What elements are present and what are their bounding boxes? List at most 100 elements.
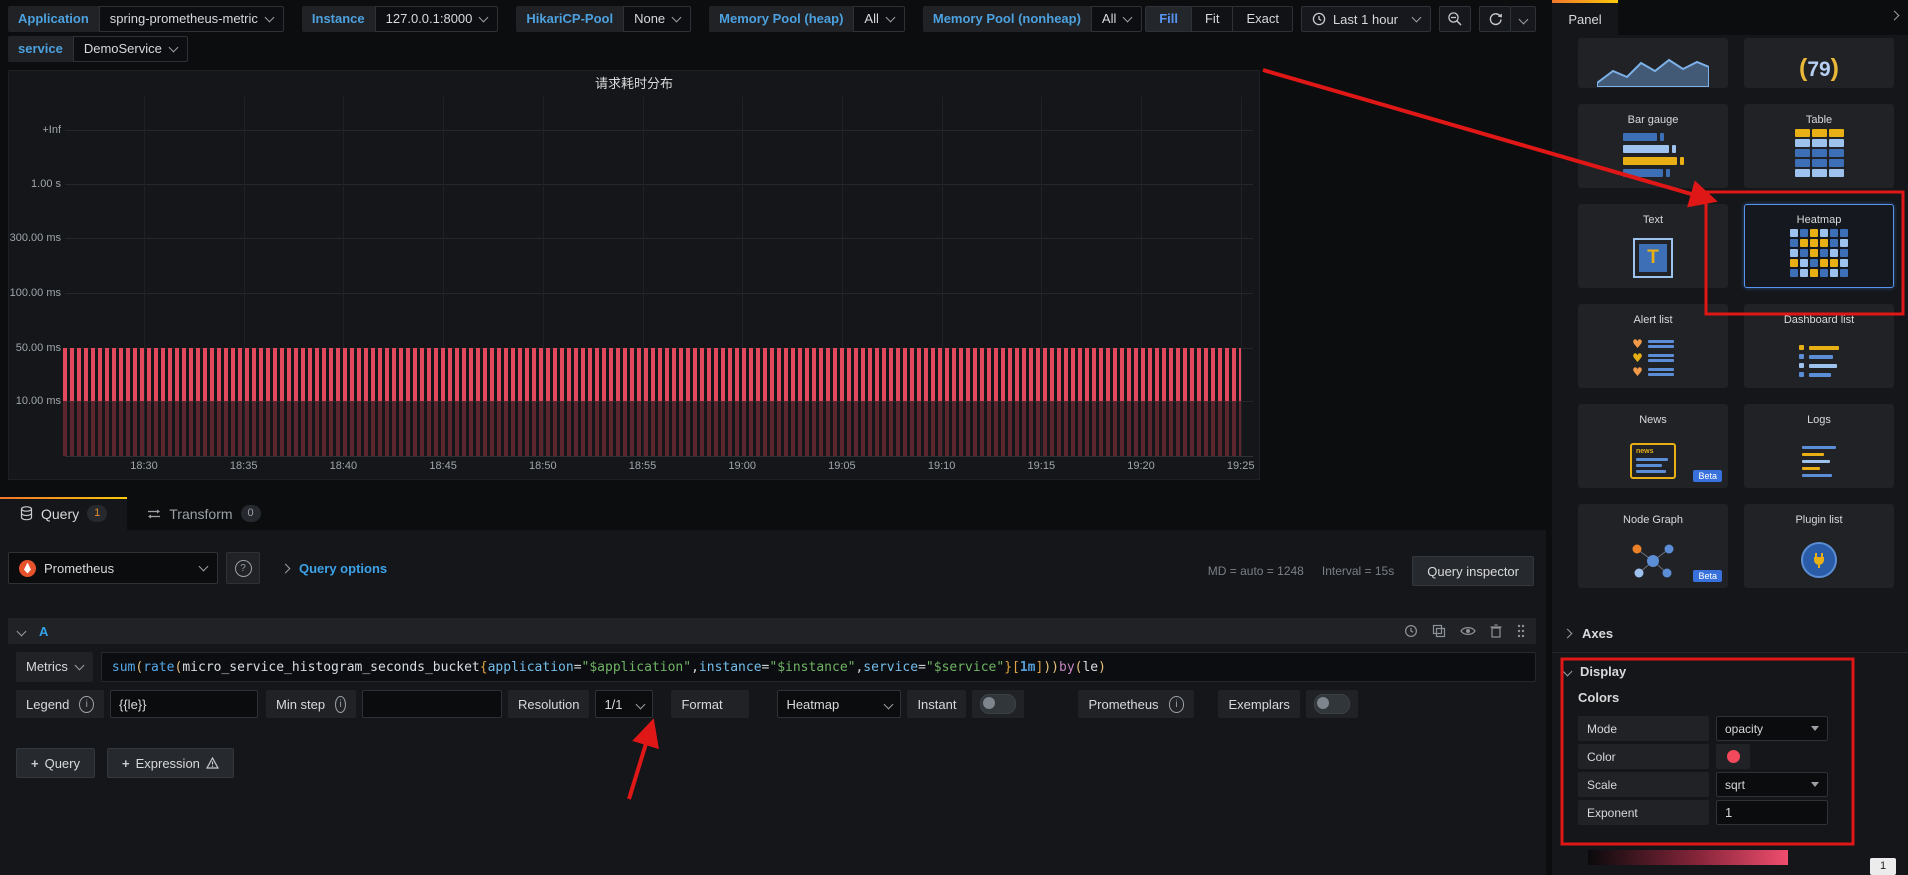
time-range-picker[interactable]: Last 1 hour: [1301, 6, 1431, 32]
trash-icon[interactable]: [1490, 624, 1502, 638]
color-swatch-button[interactable]: [1716, 744, 1750, 769]
variable-value-dropdown[interactable]: All: [853, 6, 904, 32]
eye-icon[interactable]: [1460, 625, 1476, 637]
min-step-label: Min step i: [266, 690, 356, 718]
variable-memory-pool-nonheap: Memory Pool (nonheap)All: [923, 6, 1143, 32]
viz-tile-node-graph[interactable]: Node GraphBeta: [1578, 504, 1728, 588]
promql-token: (: [1075, 660, 1083, 675]
copy-icon[interactable]: [1432, 624, 1446, 638]
viz-tile-gauge[interactable]: (79): [1744, 38, 1894, 88]
promql-token: ,: [691, 660, 699, 675]
viz-tile-logs[interactable]: Logs: [1744, 404, 1894, 488]
refresh-interval-dropdown[interactable]: [1510, 6, 1536, 32]
pane-size-fit-button[interactable]: Fit: [1191, 7, 1232, 31]
viz-tile-dashboard-list[interactable]: Dashboard list: [1744, 304, 1894, 388]
promql-token: ,: [855, 660, 863, 675]
grafana-panel-edit-screen: Applicationspring-prometheus-metricInsta…: [0, 0, 1908, 875]
heatmap-icon: [1790, 229, 1848, 287]
viz-tile-news[interactable]: NewsnewsBeta: [1578, 404, 1728, 488]
variable-value-dropdown[interactable]: spring-prometheus-metric: [99, 6, 284, 32]
dashboard-list-icon: [1799, 345, 1839, 387]
tab-query[interactable]: Query1: [0, 497, 127, 530]
viz-tile-bar-gauge[interactable]: Bar gauge: [1578, 104, 1728, 188]
database-icon: [20, 506, 33, 521]
display-row-label: Mode: [1578, 716, 1709, 741]
chevron-down-icon: [636, 699, 646, 709]
add-expression-button[interactable]: + Expression: [107, 748, 234, 778]
viz-tile-label: Heatmap: [1797, 214, 1842, 226]
query-options-row: Legend i Min step i Resolution 1/1 Form: [16, 690, 1536, 718]
heatmap-plot-area[interactable]: +Inf1.00 s300.00 ms100.00 ms50.00 ms10.0…: [9, 97, 1259, 479]
pane-size-exact-button[interactable]: Exact: [1232, 7, 1292, 31]
viz-tile-label: Logs: [1807, 414, 1831, 426]
refresh-button[interactable]: [1479, 6, 1511, 32]
mode-select[interactable]: opacity: [1716, 716, 1828, 741]
x-axis-line: [65, 456, 1253, 457]
pane-size-mode-group: FillFitExact: [1145, 6, 1293, 32]
y-axis-tick-label: +Inf: [9, 124, 61, 136]
node-graph-icon: [1627, 541, 1679, 581]
promql-token: application: [488, 660, 574, 675]
viz-tile-alert-list[interactable]: Alert list♥♥♥: [1578, 304, 1728, 388]
sidebar-collapse-icon[interactable]: [1890, 11, 1900, 21]
viz-tile-icon-wrap: [1579, 39, 1727, 87]
viz-tile-table[interactable]: Table: [1744, 104, 1894, 188]
pane-size-fill-button[interactable]: Fill: [1146, 7, 1191, 31]
gauge-icon: (79): [1799, 54, 1839, 87]
chevron-down-icon: [1412, 13, 1422, 23]
exemplars-toggle[interactable]: [1314, 694, 1350, 714]
min-step-input[interactable]: [362, 690, 502, 718]
variable-value-dropdown[interactable]: 127.0.0.1:8000: [375, 6, 499, 32]
viz-tile-icon-wrap: [1745, 526, 1893, 587]
section-axes[interactable]: Axes: [1564, 626, 1613, 641]
promql-token: micro_service_histogram_seconds_bucket: [182, 660, 479, 675]
section-display[interactable]: Display: [1564, 664, 1626, 679]
scale-select[interactable]: sqrt: [1716, 772, 1828, 797]
resolution-select[interactable]: 1/1: [595, 690, 653, 718]
logs-icon: [1802, 446, 1836, 487]
legend-input[interactable]: [110, 690, 258, 718]
tab-panel[interactable]: Panel: [1552, 0, 1618, 35]
interval-stat: Interval = 15s: [1322, 564, 1394, 578]
viz-tile-heatmap[interactable]: Heatmap: [1744, 204, 1894, 288]
viz-tile-label: Node Graph: [1623, 514, 1683, 526]
heatmap-band-1: [63, 348, 1241, 401]
chevron-down-icon: [884, 699, 894, 709]
query-row-header[interactable]: A: [8, 618, 1536, 644]
transform-icon: [147, 507, 161, 521]
format-select[interactable]: Heatmap: [777, 690, 901, 718]
chevron-right-icon: [281, 563, 291, 573]
promql-expression-input[interactable]: sum(rate(micro_service_histogram_seconds…: [101, 652, 1536, 682]
variable-service: serviceDemoService: [8, 36, 188, 62]
tab-transform[interactable]: Transform0: [127, 497, 280, 530]
query-footer-buttons: + Query + Expression: [16, 748, 234, 778]
variable-value-dropdown[interactable]: All: [1091, 6, 1142, 32]
viz-tile-stat-sparkline[interactable]: [1578, 38, 1728, 88]
query-options-toggle[interactable]: Query options: [282, 561, 387, 576]
query-ref-id: A: [39, 624, 48, 639]
history-icon[interactable]: [1404, 624, 1418, 638]
tab-label: Query: [41, 506, 79, 522]
zoom-out-button[interactable]: [1439, 6, 1471, 32]
exponent-input[interactable]: [1716, 800, 1828, 825]
x-axis-tick-label: 19:10: [918, 460, 966, 472]
query-inspector-button[interactable]: Query inspector: [1412, 556, 1534, 586]
drag-handle-icon[interactable]: [1516, 623, 1526, 639]
y-axis-tick-label: 50.00 ms: [9, 342, 61, 354]
datasource-picker[interactable]: Prometheus: [8, 552, 218, 584]
metrics-mode-dropdown[interactable]: Metrics: [16, 652, 93, 682]
viz-tile-icon-wrap: ♥♥♥: [1579, 326, 1727, 387]
datasource-help-button[interactable]: ?: [226, 552, 260, 584]
add-query-button[interactable]: + Query: [16, 748, 95, 778]
variable-value-dropdown[interactable]: None: [623, 6, 691, 32]
promql-token: "$application": [582, 660, 692, 675]
x-axis-tick-label: 18:50: [519, 460, 567, 472]
chevron-down-icon: [264, 13, 274, 23]
divider: [1552, 652, 1908, 653]
variable-value-dropdown[interactable]: DemoService: [73, 36, 188, 62]
chevron-down-icon: [479, 13, 489, 23]
promql-token: 1m: [1020, 660, 1036, 675]
viz-tile-text[interactable]: TextT: [1578, 204, 1728, 288]
viz-tile-plugin-list[interactable]: Plugin list: [1744, 504, 1894, 588]
instant-toggle[interactable]: [980, 694, 1016, 714]
